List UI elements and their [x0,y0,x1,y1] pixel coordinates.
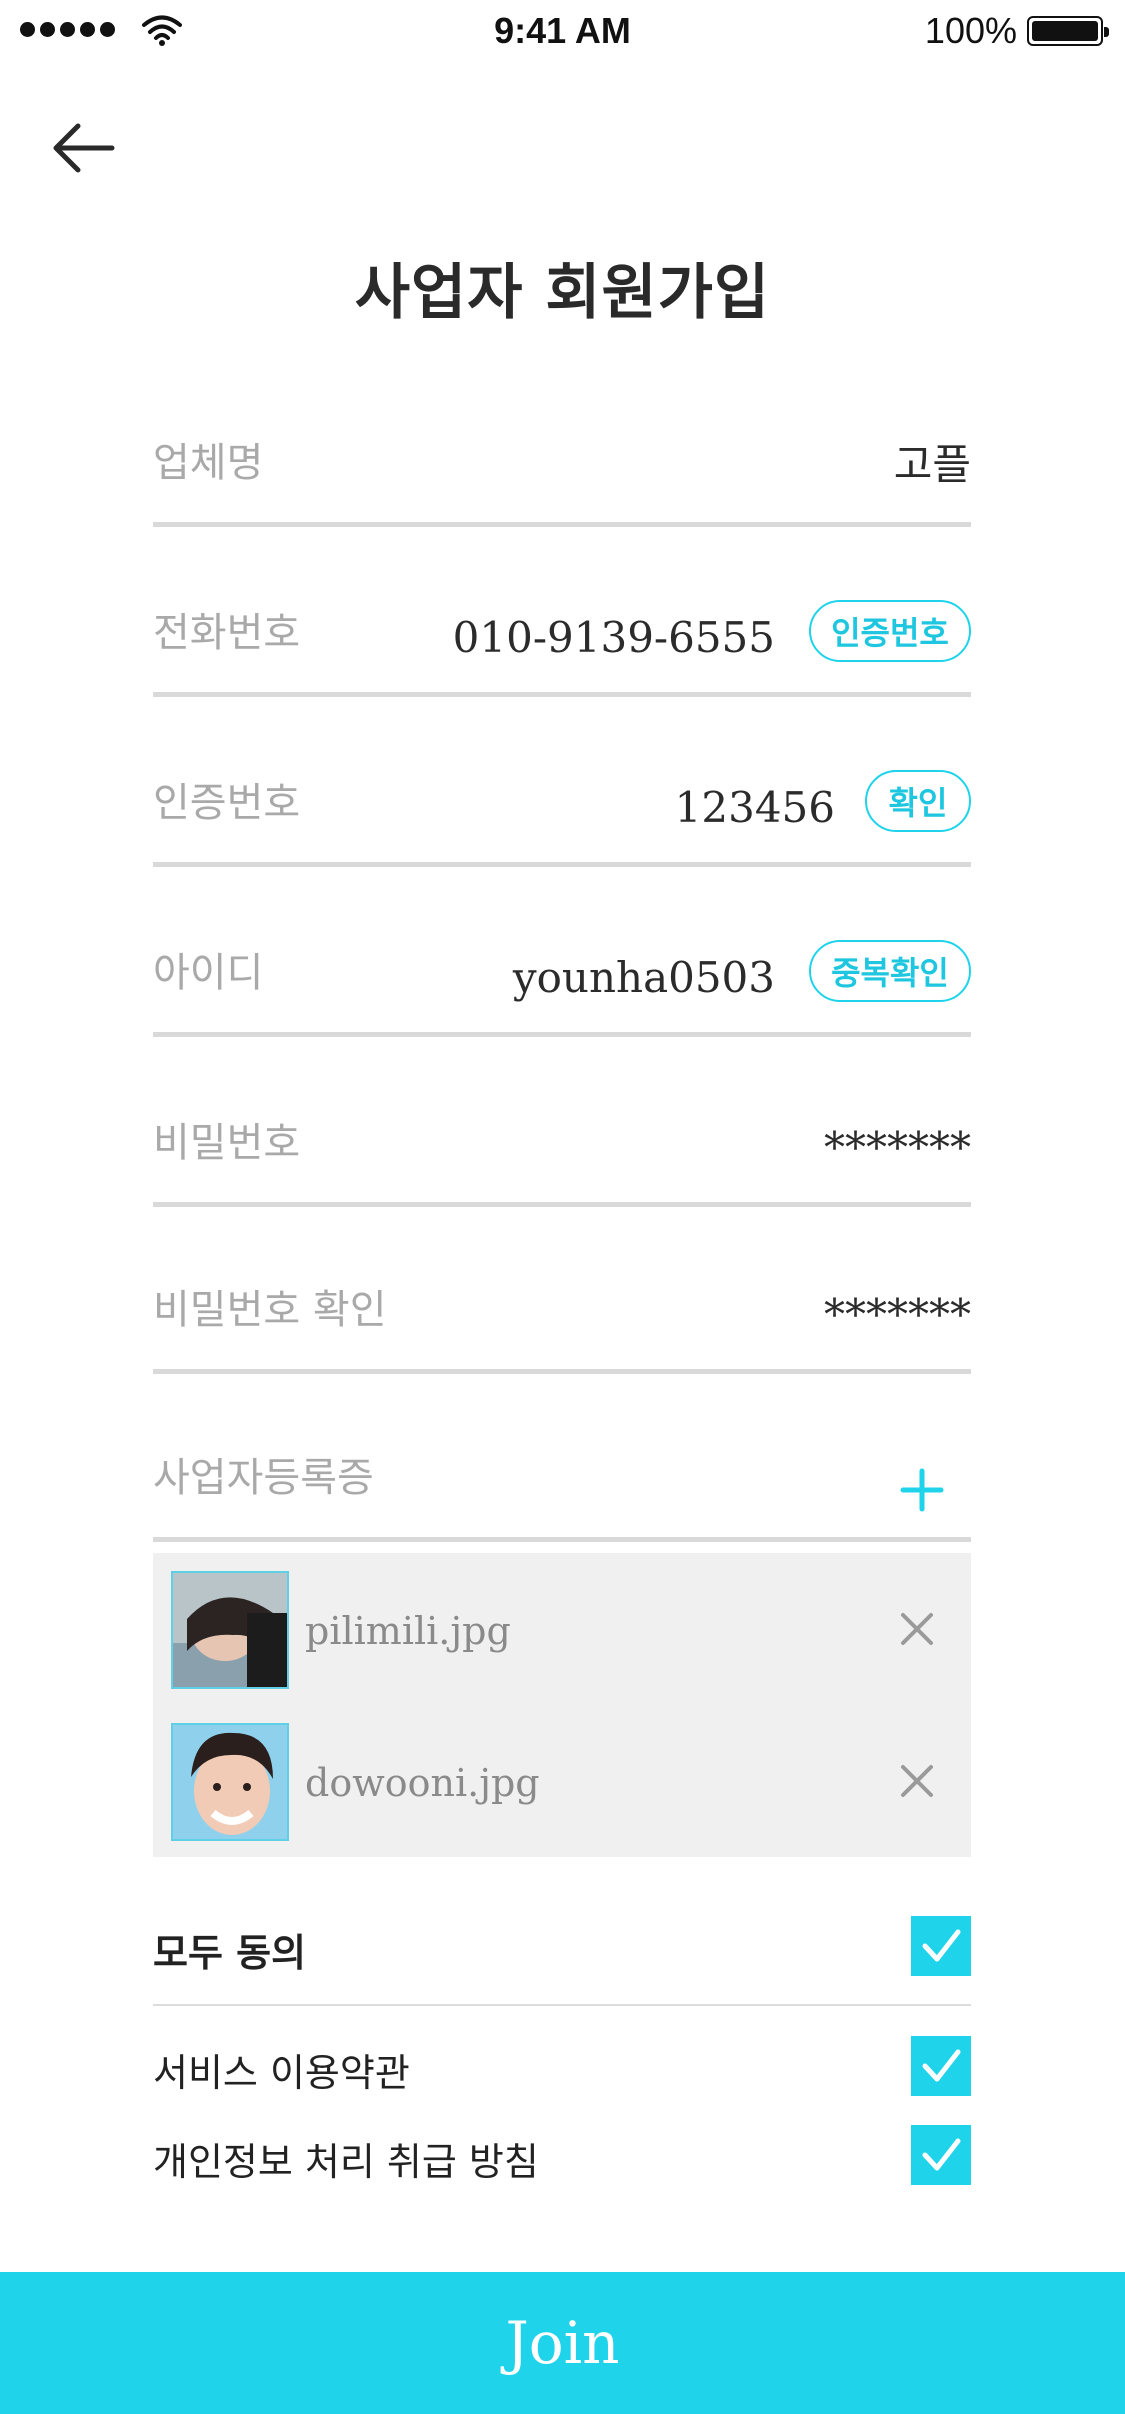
attachment-filename: dowooni.jpg [305,1761,540,1805]
verification-code-field[interactable]: 인증번호 123456 확인 [153,757,971,867]
phone-value[interactable]: 010-9139-6555 [453,613,775,662]
check-icon [922,2049,961,2082]
user-id-label: 아이디 [153,950,264,996]
company-name-value[interactable]: 고플 [894,431,971,492]
verification-code-label: 인증번호 [153,780,301,826]
password-confirm-label: 비밀번호 확인 [153,1287,387,1333]
divider [153,2004,971,2006]
company-name-field[interactable]: 업체명 고플 [153,417,971,527]
privacy-label: 개인정보 처리 취급 방침 [153,2140,539,2184]
battery-percentage: 100% [924,10,1017,51]
password-value[interactable]: ******* [824,1123,971,1172]
agree-all-row[interactable]: 모두 동의 [153,1916,971,1978]
password-confirm-field[interactable]: 비밀번호 확인 ******* [153,1264,971,1374]
verification-code-value[interactable]: 123456 [675,783,835,832]
status-bar: 9:41 AM 100% [0,0,1125,62]
terms-agreement-row[interactable]: 서비스 이용약관 [153,2036,971,2098]
check-duplicate-button[interactable]: 중복확인 [809,940,971,1002]
close-icon[interactable] [899,1611,935,1647]
business-license-label: 사업자등록증 [153,1455,374,1501]
battery-icon [1027,16,1109,46]
attachment-list: pilimili.jpg dowooni.jpg [153,1553,971,1857]
attachment-item: dowooni.jpg [171,1723,953,1841]
password-field[interactable]: 비밀번호 ******* [153,1097,971,1207]
request-code-button[interactable]: 인증번호 [809,600,971,662]
business-license-field: 사업자등록증 [153,1432,971,1542]
agree-all-checkbox[interactable] [911,1916,971,1976]
password-label: 비밀번호 [153,1120,301,1166]
plus-icon[interactable] [899,1467,945,1513]
attachment-filename: pilimili.jpg [305,1609,511,1653]
close-icon[interactable] [899,1763,935,1799]
attachment-item: pilimili.jpg [171,1571,953,1689]
company-name-label: 업체명 [153,440,264,486]
phone-label: 전화번호 [153,610,301,656]
page-title: 사업자 회원가입 [354,258,771,328]
confirm-code-button[interactable]: 확인 [865,770,971,832]
back-arrow-icon[interactable] [48,118,118,178]
privacy-agreement-row[interactable]: 개인정보 처리 취급 방침 [153,2125,971,2187]
join-button[interactable]: Join [0,2272,1125,2414]
phone-field[interactable]: 전화번호 010-9139-6555 인증번호 [153,587,971,697]
agree-all-label: 모두 동의 [153,1931,307,1975]
user-id-value[interactable]: younha0503 [513,953,775,1002]
privacy-checkbox[interactable] [911,2125,971,2185]
attachment-thumbnail [171,1723,289,1841]
terms-label: 서비스 이용약관 [153,2051,410,2095]
check-icon [922,1929,961,1962]
check-icon [922,2138,961,2171]
terms-checkbox[interactable] [911,2036,971,2096]
attachment-thumbnail [171,1571,289,1689]
user-id-field[interactable]: 아이디 younha0503 중복확인 [153,927,971,1037]
password-confirm-value[interactable]: ******* [824,1290,971,1339]
